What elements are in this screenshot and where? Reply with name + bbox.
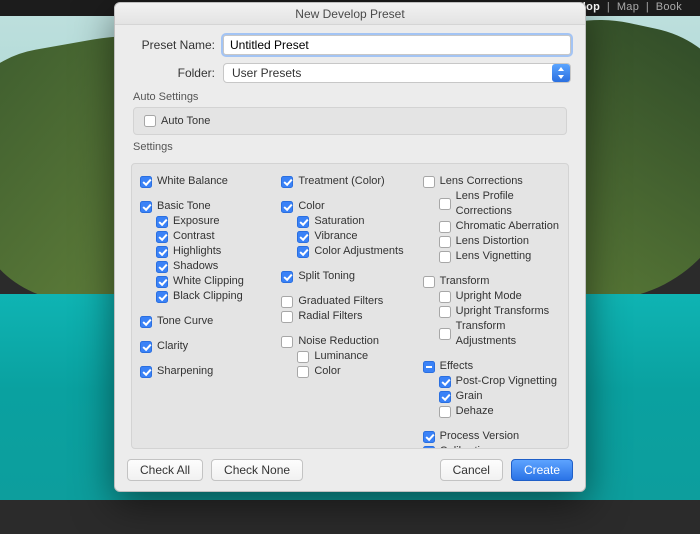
- lens-vignetting-checkbox[interactable]: Lens Vignetting: [439, 249, 560, 264]
- sharpening-checkbox[interactable]: Sharpening: [140, 364, 277, 379]
- topbar-book[interactable]: Book: [656, 1, 682, 13]
- black-clipping-checkbox[interactable]: Black Clipping: [156, 289, 277, 304]
- vibrance-checkbox[interactable]: Vibrance: [297, 229, 418, 244]
- noise-reduction-checkbox[interactable]: Noise Reduction: [281, 334, 418, 349]
- folder-select[interactable]: User Presets: [223, 63, 571, 83]
- lens-corrections-checkbox[interactable]: Lens Corrections: [423, 174, 560, 189]
- graduated-filters-checkbox[interactable]: Graduated Filters: [281, 294, 418, 309]
- preset-name-label: Preset Name:: [129, 38, 215, 52]
- color-nr-checkbox[interactable]: Color: [297, 364, 418, 379]
- radial-filters-checkbox[interactable]: Radial Filters: [281, 309, 418, 324]
- auto-settings-label: Auto Settings: [133, 91, 571, 103]
- tone-curve-checkbox[interactable]: Tone Curve: [140, 314, 277, 329]
- upright-mode-checkbox[interactable]: Upright Mode: [439, 289, 560, 304]
- bottom-strip: [0, 500, 700, 534]
- transform-adjustments-checkbox[interactable]: Transform Adjustments: [439, 319, 560, 349]
- check-none-button[interactable]: Check None: [211, 459, 303, 481]
- post-crop-vignetting-checkbox[interactable]: Post-Crop Vignetting: [439, 374, 560, 389]
- split-toning-checkbox[interactable]: Split Toning: [281, 269, 418, 284]
- settings-label: Settings: [133, 141, 571, 153]
- effects-checkbox[interactable]: Effects: [423, 359, 560, 374]
- auto-tone-checkbox[interactable]: Auto Tone: [144, 114, 210, 129]
- check-all-button[interactable]: Check All: [127, 459, 203, 481]
- white-clipping-checkbox[interactable]: White Clipping: [156, 274, 277, 289]
- color-adjustments-checkbox[interactable]: Color Adjustments: [297, 244, 418, 259]
- shadows-checkbox[interactable]: Shadows: [156, 259, 277, 274]
- treatment-checkbox[interactable]: Treatment (Color): [281, 174, 418, 189]
- luminance-checkbox[interactable]: Luminance: [297, 349, 418, 364]
- highlights-checkbox[interactable]: Highlights: [156, 244, 277, 259]
- upright-transforms-checkbox[interactable]: Upright Transforms: [439, 304, 560, 319]
- contrast-checkbox[interactable]: Contrast: [156, 229, 277, 244]
- preset-name-input[interactable]: [223, 35, 571, 55]
- create-button[interactable]: Create: [511, 459, 573, 481]
- grain-checkbox[interactable]: Grain: [439, 389, 560, 404]
- chromatic-aberration-checkbox[interactable]: Chromatic Aberration: [439, 219, 560, 234]
- new-develop-preset-dialog: New Develop Preset Preset Name: Folder: …: [114, 2, 586, 492]
- folder-value: User Presets: [232, 66, 301, 80]
- process-version-checkbox[interactable]: Process Version: [423, 429, 560, 444]
- topbar-map[interactable]: Map: [617, 1, 639, 13]
- cancel-button[interactable]: Cancel: [440, 459, 503, 481]
- dialog-title: New Develop Preset: [115, 3, 585, 25]
- folder-label: Folder:: [129, 66, 215, 80]
- clarity-checkbox[interactable]: Clarity: [140, 339, 277, 354]
- color-checkbox[interactable]: Color: [281, 199, 418, 214]
- transform-checkbox[interactable]: Transform: [423, 274, 560, 289]
- basic-tone-checkbox[interactable]: Basic Tone: [140, 199, 277, 214]
- saturation-checkbox[interactable]: Saturation: [297, 214, 418, 229]
- exposure-checkbox[interactable]: Exposure: [156, 214, 277, 229]
- chevron-updown-icon: [552, 64, 570, 82]
- dehaze-checkbox[interactable]: Dehaze: [439, 404, 560, 419]
- lens-profile-checkbox[interactable]: Lens Profile Corrections: [439, 189, 560, 219]
- white-balance-checkbox[interactable]: White Balance: [140, 174, 277, 189]
- lens-distortion-checkbox[interactable]: Lens Distortion: [439, 234, 560, 249]
